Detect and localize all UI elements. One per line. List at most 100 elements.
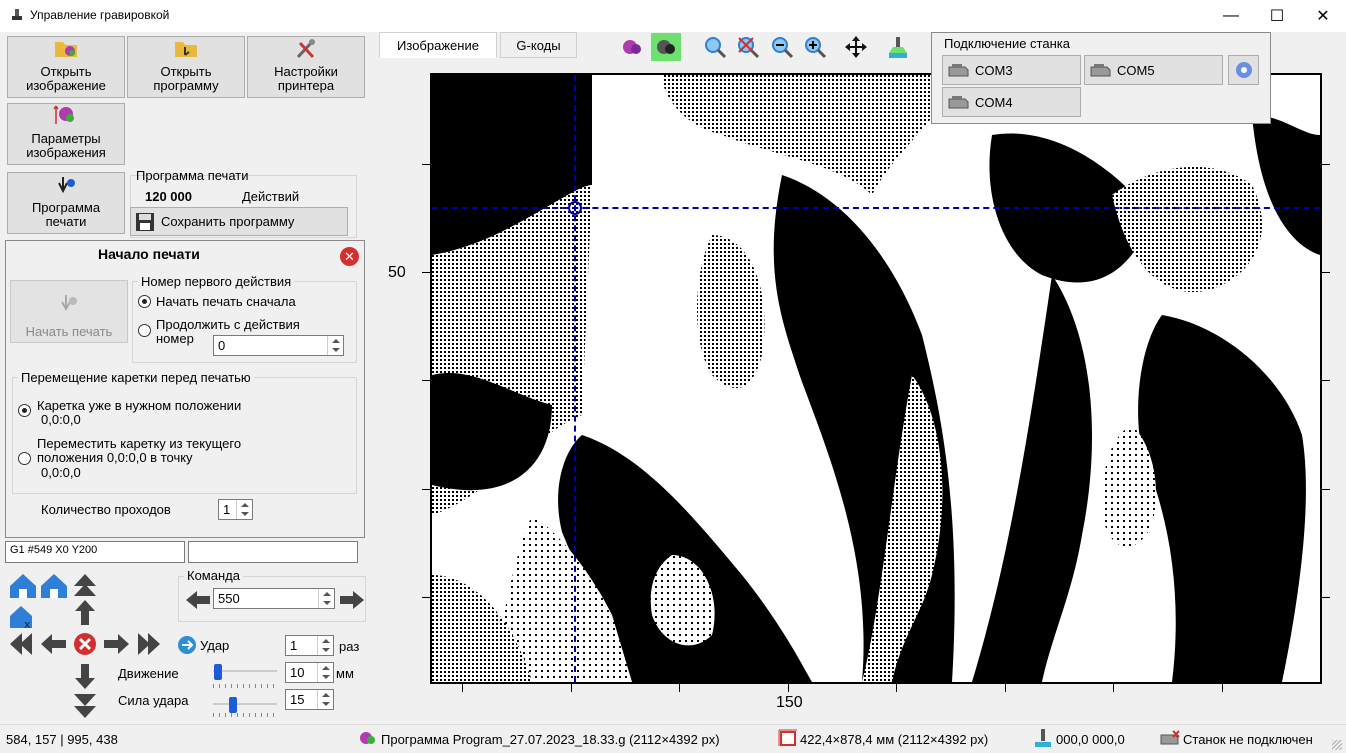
command-group-title: Команда	[184, 568, 243, 583]
pan-icon[interactable]	[844, 35, 868, 59]
first-action-group-title: Номер первого действия	[138, 274, 295, 289]
zoom-in-icon[interactable]	[803, 35, 827, 59]
zoom-reset-icon[interactable]	[736, 35, 760, 59]
y-tick-right	[1322, 164, 1330, 165]
bw-image-icon	[657, 40, 675, 54]
y-tick	[422, 164, 430, 165]
force-slider-thumb[interactable]	[229, 697, 237, 713]
left-icon[interactable]	[41, 634, 66, 654]
image-params-button[interactable]: Параметры изображения	[7, 103, 125, 165]
tab-gcode[interactable]: G-коды	[500, 32, 577, 58]
start-print-label: Начать печать	[25, 324, 113, 339]
hit-label: Удар	[200, 638, 230, 653]
engraver-icon[interactable]	[886, 35, 910, 59]
program-icon	[360, 732, 375, 744]
zoom-out-icon[interactable]	[770, 35, 794, 59]
status-coords: 584, 157 | 995, 438	[6, 732, 118, 747]
tools-icon	[296, 39, 315, 59]
home-x-icon[interactable]: x	[10, 606, 32, 631]
y-axis-label: 50	[388, 264, 406, 281]
com5-button[interactable]: COM5	[1084, 55, 1223, 85]
crosshair-target-icon	[568, 201, 582, 215]
connection-panel-title: Подключение станка	[944, 36, 1070, 51]
move-slider-track[interactable]	[213, 670, 277, 672]
radio-from-start[interactable]	[138, 295, 151, 308]
printer-settings-button[interactable]: Настройки принтера	[247, 36, 365, 98]
start-print-button[interactable]: Начать печать	[10, 280, 128, 343]
close-panel-icon[interactable]: ✕	[340, 247, 359, 266]
command-number-spinner[interactable]	[318, 589, 334, 608]
force-input[interactable]: 15	[285, 689, 334, 710]
open-program-button[interactable]: Открыть программу	[127, 36, 245, 98]
minimize-button[interactable]: —	[1208, 0, 1254, 32]
radio-move-carriage[interactable]	[18, 452, 31, 465]
fast-up-icon[interactable]	[74, 574, 96, 596]
force-value: 15	[290, 692, 305, 707]
x-tick	[1113, 684, 1114, 692]
hit-count-value: 1	[290, 638, 298, 653]
move-label: Движение	[118, 666, 179, 681]
continue-action-spinner[interactable]	[327, 336, 343, 355]
command-output-field[interactable]	[188, 541, 358, 563]
home-y-icon[interactable]	[41, 574, 67, 598]
com4-button[interactable]: COM4	[942, 87, 1081, 117]
hit-icon[interactable]	[176, 634, 198, 656]
carriage-group-title: Перемещение каретки перед печатью	[18, 370, 254, 385]
gcode-command-input[interactable]: G1 #549 X0 Y200	[5, 541, 185, 563]
close-button[interactable]: ✕	[1300, 0, 1346, 32]
save-program-button[interactable]: Сохранить программу	[130, 207, 348, 236]
serial-port-icon	[948, 64, 969, 77]
continue-action-input[interactable]: 0	[213, 335, 344, 356]
radio-move-label: Переместить каретку из текущего положени…	[37, 436, 242, 465]
status-program: Программа Program_27.07.2023_18.33.g (21…	[381, 732, 720, 747]
x-tick	[679, 684, 680, 692]
prev-command-icon[interactable]	[185, 590, 211, 610]
move-distance-spinner[interactable]	[317, 663, 333, 682]
passes-input[interactable]: 1	[218, 499, 253, 520]
x-tick	[896, 684, 897, 692]
disconnected-icon	[1160, 730, 1180, 745]
force-spinner[interactable]	[317, 690, 333, 709]
next-command-icon[interactable]	[339, 590, 365, 610]
folder-image-icon	[55, 42, 77, 57]
fast-down-icon[interactable]	[74, 694, 96, 718]
floppy-icon	[136, 212, 154, 231]
action-count-label: Действий	[242, 189, 300, 204]
image-params-label: Параметры изображения	[26, 131, 106, 160]
print-program-group-title: Программа печати	[136, 168, 249, 183]
stop-icon[interactable]	[74, 633, 96, 655]
zoom-fit-icon[interactable]	[703, 35, 727, 59]
home-icon[interactable]	[10, 574, 36, 598]
open-image-button[interactable]: Открыть изображение	[7, 36, 125, 98]
maximize-button[interactable]: ☐	[1254, 0, 1300, 32]
right-icon[interactable]	[104, 634, 129, 654]
save-program-label: Сохранить программу	[161, 214, 295, 229]
image-canvas[interactable]	[430, 73, 1322, 684]
tab-image[interactable]: Изображение	[379, 32, 497, 58]
up-icon[interactable]	[75, 600, 95, 625]
move-slider-thumb[interactable]	[214, 664, 222, 680]
color-image-icon[interactable]	[620, 35, 644, 59]
move-distance-input[interactable]: 10	[285, 662, 334, 683]
status-size: 422,4×878,4 мм (2112×4392 px)	[800, 732, 989, 747]
command-number-input[interactable]: 550	[213, 588, 335, 609]
resize-grip[interactable]	[1332, 740, 1342, 750]
fast-left-icon[interactable]	[10, 633, 32, 655]
y-tick-right	[1322, 597, 1330, 598]
hit-count-input[interactable]: 1	[285, 635, 334, 656]
hit-count-spinner[interactable]	[317, 636, 333, 655]
radio-continue[interactable]	[138, 324, 151, 337]
engraving-image	[432, 75, 1320, 682]
radio-in-position[interactable]	[18, 404, 31, 417]
fast-right-icon[interactable]	[138, 633, 160, 655]
x-axis-label: 150	[776, 694, 803, 711]
print-program-icon	[58, 177, 75, 194]
x-tick	[1005, 684, 1006, 692]
refresh-ports-button[interactable]	[1228, 55, 1259, 85]
com3-button[interactable]: COM3	[942, 55, 1081, 85]
print-program-button[interactable]: Программа печати	[7, 172, 125, 234]
force-slider-track[interactable]	[213, 703, 277, 705]
print-program-label: Программа печати	[31, 200, 101, 229]
passes-spinner[interactable]	[236, 500, 252, 519]
down-icon[interactable]	[75, 664, 95, 689]
